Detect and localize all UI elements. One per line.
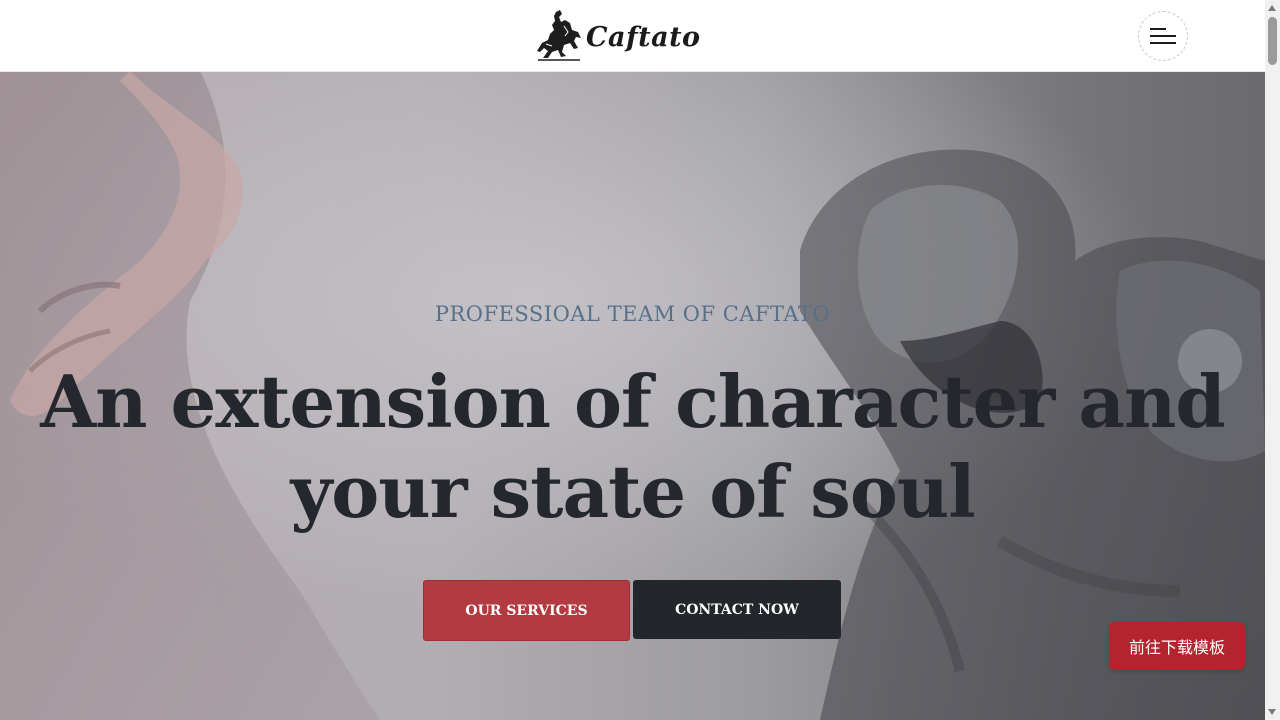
- headline-line: An extension of character and: [40, 359, 1226, 444]
- menu-line: [1150, 28, 1166, 30]
- menu-line: [1150, 42, 1176, 44]
- our-services-button[interactable]: OUR SERVICES: [423, 580, 630, 641]
- scroll-up-arrow-icon[interactable]: [1268, 5, 1276, 11]
- scroll-down-arrow-icon[interactable]: [1268, 709, 1276, 715]
- hero-section: PROFESSIOAL TEAM OF CAFTATO An extension…: [0, 71, 1265, 720]
- headline-line: your state of soul: [290, 449, 975, 534]
- scrollbar-thumb[interactable]: [1268, 17, 1277, 65]
- menu-line: [1150, 35, 1176, 37]
- site-logo[interactable]: Caftato: [534, 8, 701, 62]
- download-template-button[interactable]: 前往下载模板: [1109, 622, 1245, 670]
- site-header: Caftato: [0, 0, 1265, 72]
- hero-eyebrow: PROFESSIOAL TEAM OF CAFTATO: [434, 302, 831, 326]
- horse-rider-icon: [534, 8, 584, 62]
- page: Caftato PROFESSIOAL TEAM OF CAFTATO An e…: [0, 0, 1280, 720]
- contact-now-button[interactable]: CONTACT NOW: [633, 580, 841, 639]
- hamburger-menu-button[interactable]: [1138, 11, 1188, 61]
- vertical-scrollbar[interactable]: [1265, 0, 1280, 720]
- hero-headline: An extension of character and your state…: [0, 357, 1265, 537]
- logo-text: Caftato: [586, 21, 701, 53]
